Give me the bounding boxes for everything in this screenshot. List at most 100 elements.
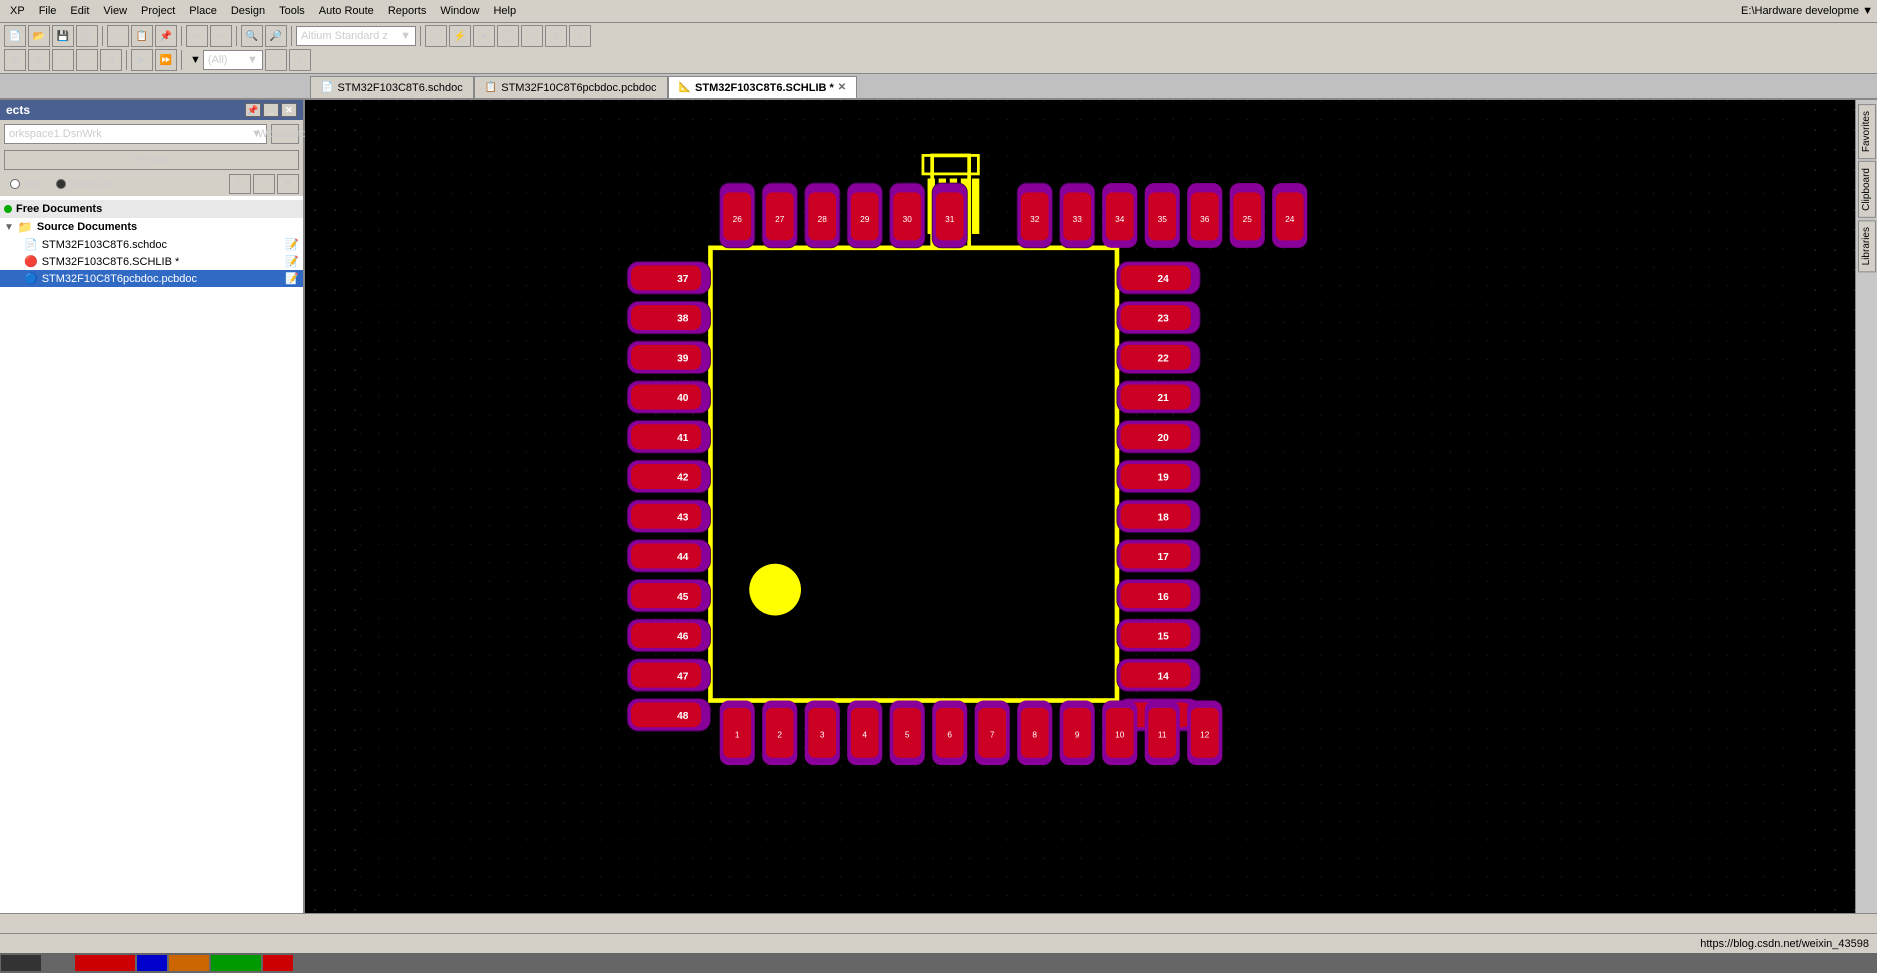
tab-close-schlib[interactable]: ✕ xyxy=(838,82,846,93)
menu-xp[interactable]: XP xyxy=(4,3,31,19)
menu-place[interactable]: Place xyxy=(183,3,223,19)
strip-seg-6 xyxy=(211,955,261,971)
tb-btn2[interactable]: ⚡ xyxy=(449,25,471,47)
tb-row2-7[interactable]: ⏩ xyxy=(155,49,177,71)
menu-file[interactable]: File xyxy=(33,3,63,19)
tree-item-pcbdoc[interactable]: 🔵 STM32F10C8T6pcbdoc.pcbdoc 📝 xyxy=(0,270,303,287)
zoom-btn[interactable]: 🔍 xyxy=(241,25,263,47)
zoom-out-btn[interactable]: 🔎 xyxy=(265,25,287,47)
svg-text:34: 34 xyxy=(1115,214,1125,224)
panel-tabs: iles Structure ↻ + ▼ xyxy=(0,172,303,196)
filter-apply-btn[interactable]: ✓ xyxy=(265,49,287,71)
svg-text:3: 3 xyxy=(820,729,825,739)
strip-seg-7 xyxy=(263,955,293,971)
svg-text:6: 6 xyxy=(947,729,952,739)
open-btn[interactable]: 📂 xyxy=(28,25,50,47)
menu-design[interactable]: Design xyxy=(225,3,271,19)
tab-schdoc[interactable]: 📄 STM32F103C8T6.schdoc xyxy=(310,76,474,98)
sidebar-tab-favorites[interactable]: Favorites xyxy=(1858,104,1876,159)
free-docs-header: Free Documents xyxy=(0,200,303,218)
title-bar-text: E:\Hardware developme ▼ xyxy=(1741,5,1873,17)
panel-refresh-btn[interactable]: ↻ xyxy=(229,174,251,194)
sidebar-tab-clipboard[interactable]: Clipboard xyxy=(1858,161,1876,218)
ptab-structure[interactable]: Structure xyxy=(50,174,120,194)
menu-auto-route[interactable]: Auto Route xyxy=(313,3,380,19)
filter-dropdown[interactable]: (All) ▼ xyxy=(203,50,263,70)
svg-text:28: 28 xyxy=(818,214,828,224)
svg-text:9: 9 xyxy=(1075,729,1080,739)
tb-row2-1[interactable]: ⊞ xyxy=(4,49,26,71)
status-text xyxy=(8,918,11,930)
main-layout: ects 📌 _ ✕ orkspace1.DsnWrk ▼ Workspace … xyxy=(0,100,1877,913)
panel-menu-btn[interactable]: ▼ xyxy=(277,174,299,194)
svg-text:44: 44 xyxy=(677,552,689,563)
menu-project[interactable]: Project xyxy=(135,3,181,19)
tab-pcbdoc[interactable]: 📋 STM32F10C8T6pcbdoc.pcbdoc xyxy=(474,76,668,98)
svg-text:20: 20 xyxy=(1157,433,1169,444)
redo-btn[interactable]: ↪ xyxy=(210,25,232,47)
svg-text:40: 40 xyxy=(677,393,689,404)
tb-btn1[interactable]: ✓ xyxy=(425,25,447,47)
svg-text:36: 36 xyxy=(1200,214,1210,224)
menu-view[interactable]: View xyxy=(97,3,133,19)
schlib-filename: STM32F103C8T6.SCHLIB * xyxy=(42,256,180,268)
new-btn[interactable]: 📄 xyxy=(4,25,26,47)
toolbar: 📄 📂 💾 🖨 ✂ 📋 📌 ↩ ↪ 🔍 🔎 Altium Standard z … xyxy=(0,22,1877,74)
tb-row2-3[interactable]: ↕ xyxy=(52,49,74,71)
menu-tools[interactable]: Tools xyxy=(273,3,311,19)
standard-dropdown[interactable]: Altium Standard z ▼ xyxy=(296,26,416,46)
panel-add-btn[interactable]: + xyxy=(253,174,275,194)
svg-text:30: 30 xyxy=(903,214,913,224)
menu-help[interactable]: Help xyxy=(487,3,522,19)
svg-text:12: 12 xyxy=(1200,729,1210,739)
tb-row2-6[interactable]: ▶ xyxy=(131,49,153,71)
copy-btn[interactable]: 📋 xyxy=(131,25,153,47)
tb-btn5[interactable]: □ xyxy=(521,25,543,47)
tb-btn3[interactable]: ● xyxy=(473,25,495,47)
expand-icon: ▼ xyxy=(4,222,14,233)
undo-btn[interactable]: ↩ xyxy=(186,25,208,47)
ptab-files[interactable]: iles xyxy=(4,174,46,194)
svg-text:1: 1 xyxy=(735,729,740,739)
menu-reports[interactable]: Reports xyxy=(382,3,433,19)
menu-edit[interactable]: Edit xyxy=(64,3,95,19)
print-btn[interactable]: 🖨 xyxy=(76,25,98,47)
tree-item-schlib[interactable]: 🔴 STM32F103C8T6.SCHLIB * 📝 xyxy=(0,253,303,270)
sep6 xyxy=(126,50,127,70)
menu-bar: XP File Edit View Project Place Design T… xyxy=(0,0,1877,22)
source-docs-section[interactable]: ▼ 📁 Source Documents xyxy=(0,218,303,236)
tb-btn4[interactable]: ◯ xyxy=(497,25,519,47)
project-btn[interactable]: Project xyxy=(4,150,299,170)
panel-close-btn[interactable]: ✕ xyxy=(281,103,297,117)
pcb-canvas[interactable]: 37 38 39 40 41 42 xyxy=(305,100,1855,913)
svg-text:23: 23 xyxy=(1157,314,1169,325)
save-btn[interactable]: 💾 xyxy=(52,25,74,47)
schdoc-action: 📝 xyxy=(285,238,299,251)
svg-text:27: 27 xyxy=(775,214,785,224)
cut-btn[interactable]: ✂ xyxy=(107,25,129,47)
panel-controls: orkspace1.DsnWrk ▼ Workspace xyxy=(0,120,303,148)
workspace-btn[interactable]: Workspace xyxy=(271,124,299,144)
svg-text:26: 26 xyxy=(733,214,743,224)
tb-row2-2[interactable]: ⊟ xyxy=(28,49,50,71)
filter-clear-btn[interactable]: ✕ xyxy=(289,49,311,71)
workspace-dropdown[interactable]: orkspace1.DsnWrk ▼ xyxy=(4,124,267,144)
tb-btn7[interactable]: T xyxy=(569,25,591,47)
svg-text:17: 17 xyxy=(1157,552,1169,563)
sidebar-tab-libraries[interactable]: Libraries xyxy=(1858,220,1876,272)
svg-text:15: 15 xyxy=(1157,632,1169,643)
strip-seg-1 xyxy=(1,955,41,971)
tab-schlib[interactable]: 📐 STM32F103C8T6.SCHLIB * ✕ xyxy=(668,76,858,98)
folder-icon: 📁 xyxy=(18,220,33,234)
tb-btn6[interactable]: A xyxy=(545,25,567,47)
tb-row2-5[interactable]: ⇅ xyxy=(100,49,122,71)
tree-item-schdoc[interactable]: 📄 STM32F103C8T6.schdoc 📝 xyxy=(0,236,303,253)
menu-window[interactable]: Window xyxy=(434,3,485,19)
panel-minimize-btn[interactable]: _ xyxy=(263,103,279,117)
url-text: https://blog.csdn.net/weixin_43598 xyxy=(1700,938,1869,950)
paste-btn[interactable]: 📌 xyxy=(155,25,177,47)
svg-text:16: 16 xyxy=(1157,592,1169,603)
panel-pin-btn[interactable]: 📌 xyxy=(245,103,261,117)
tb-row2-4[interactable]: ↔ xyxy=(76,49,98,71)
strip-seg-3 xyxy=(75,955,135,971)
